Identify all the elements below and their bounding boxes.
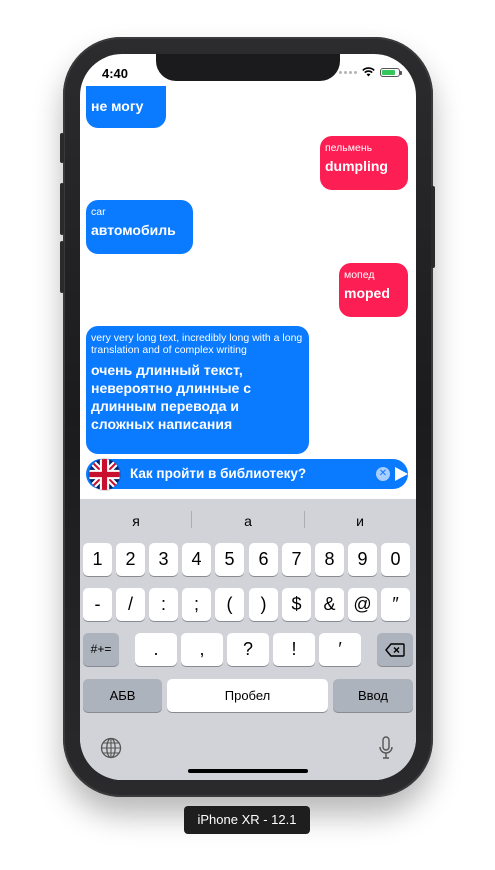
backspace-icon: [385, 643, 405, 657]
key-at[interactable]: @: [348, 588, 377, 621]
key-comma[interactable]: ,: [181, 633, 223, 666]
translate-input[interactable]: Как пройти в библиотеку?: [130, 466, 306, 481]
more-symbols-key[interactable]: #+=: [83, 633, 119, 666]
message-source: мопед: [344, 269, 375, 281]
message-bubble-right[interactable]: мопед moped: [339, 263, 408, 317]
key-paren-close[interactable]: ): [249, 588, 278, 621]
message-source: very very long text, incredibly long wit…: [91, 332, 303, 356]
key-8[interactable]: 8: [315, 543, 344, 576]
key-slash[interactable]: /: [116, 588, 145, 621]
key-exclamation[interactable]: !: [273, 633, 315, 666]
message-translation: dumpling: [325, 158, 388, 174]
key-question[interactable]: ?: [227, 633, 269, 666]
signal-icon: [339, 70, 357, 74]
battery-icon: [380, 67, 402, 77]
return-key[interactable]: Ввод: [333, 679, 413, 712]
uk-flag-icon[interactable]: [89, 459, 120, 490]
suggestion-item[interactable]: а: [192, 513, 304, 529]
message-source: пельмень: [325, 142, 373, 154]
wifi-icon: [362, 67, 375, 77]
message-bubble-left[interactable]: car автомобиль: [86, 200, 193, 254]
status-time: 4:40: [102, 66, 129, 81]
suggestion-bar: я а и: [80, 499, 416, 539]
key-2[interactable]: 2: [116, 543, 145, 576]
volume-down-button: [60, 241, 64, 293]
key-period[interactable]: .: [135, 633, 177, 666]
key-1[interactable]: 1: [83, 543, 112, 576]
globe-icon[interactable]: [100, 737, 122, 759]
home-indicator: [188, 769, 308, 773]
message-translation: moped: [344, 285, 390, 301]
key-colon[interactable]: :: [149, 588, 178, 621]
suggestion-item[interactable]: я: [80, 513, 192, 529]
key-dollar[interactable]: $: [282, 588, 311, 621]
message-source: car: [91, 206, 106, 218]
translate-input-bar[interactable]: Как пройти в библиотеку? ✕: [86, 459, 409, 490]
key-6[interactable]: 6: [249, 543, 278, 576]
device-label: iPhone XR - 12.1: [184, 806, 310, 834]
key-apostrophe[interactable]: ′: [319, 633, 361, 666]
message-translation: не могу: [91, 98, 144, 114]
power-button: [431, 186, 435, 268]
key-quote[interactable]: ″: [381, 588, 410, 621]
message-translation: автомобиль: [91, 222, 176, 238]
message-translation: очень длинный текст, невероятно длинные …: [91, 362, 252, 432]
key-paren-open[interactable]: (: [215, 588, 244, 621]
key-minus[interactable]: -: [83, 588, 112, 621]
key-7[interactable]: 7: [282, 543, 311, 576]
suggestion-item[interactable]: и: [304, 513, 416, 529]
key-ampersand[interactable]: &: [315, 588, 344, 621]
key-0[interactable]: 0: [381, 543, 410, 576]
keyboard: я а и 1 2 3 4 5 6 7 8 9 0 - / : ; ( ) $ …: [80, 499, 416, 780]
key-9[interactable]: 9: [348, 543, 377, 576]
clear-icon[interactable]: ✕: [376, 467, 390, 481]
message-bubble-left[interactable]: не могу: [86, 86, 166, 128]
message-bubble-left[interactable]: very very long text, incredibly long wit…: [86, 326, 309, 454]
key-3[interactable]: 3: [149, 543, 178, 576]
message-bubble-right[interactable]: пельмень dumpling: [320, 136, 408, 190]
mute-switch: [60, 133, 64, 163]
status-icons: [339, 67, 402, 77]
space-key[interactable]: Пробел: [167, 679, 328, 712]
key-5[interactable]: 5: [215, 543, 244, 576]
backspace-key[interactable]: [377, 633, 413, 666]
volume-up-button: [60, 183, 64, 235]
phone-screen: 4:40 не могу пельмень dumpling car автом…: [80, 54, 416, 780]
abc-key[interactable]: АБВ: [83, 679, 162, 712]
microphone-icon[interactable]: [378, 736, 394, 760]
key-semicolon[interactable]: ;: [182, 588, 211, 621]
notch: [156, 54, 340, 81]
key-4[interactable]: 4: [182, 543, 211, 576]
send-icon[interactable]: [393, 466, 409, 482]
